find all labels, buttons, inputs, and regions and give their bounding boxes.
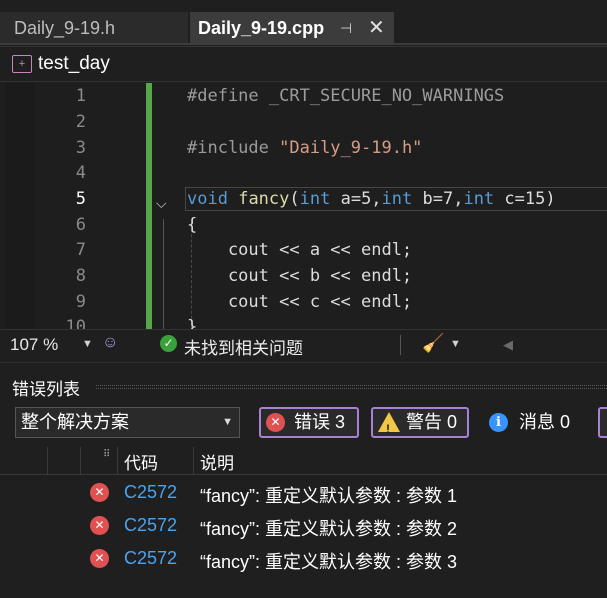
error-icon: ✕ — [90, 516, 109, 535]
table-row[interactable]: ✕ C2572 “fancy”: 重定义默认参数 : 参数 3 — [0, 543, 607, 576]
issues-status[interactable]: 未找到相关问题 — [184, 334, 303, 359]
intellicode-icon[interactable]: ☺ — [102, 334, 122, 354]
line-number: 8 — [75, 266, 86, 286]
column-separator — [47, 447, 48, 475]
close-icon[interactable]: ✕ — [368, 12, 385, 45]
tab-label: Daily_9-19.h — [14, 18, 116, 38]
error-list-header: ⠿ 代码 说明 — [0, 447, 607, 475]
param: c=15) — [494, 189, 556, 209]
code-line-8: cout << b << endl; — [187, 266, 413, 286]
error-list-panel: 错误列表 整个解决方案 ▼ ✕ 错误 3 ! 警告 0 i 消息 0 ⠿ 代码 … — [0, 362, 607, 598]
project-dropdown[interactable]: test_day — [38, 53, 110, 75]
zoom-dropdown-icon[interactable]: ▼ — [82, 338, 93, 350]
tab-underline — [0, 43, 607, 45]
code-editor[interactable]: 1 2 3 4 5 6 7 8 9 10 ⌵ #define _CRT_SECU… — [0, 83, 607, 329]
error-icon: ✕ — [90, 549, 109, 568]
column-separator — [193, 447, 194, 475]
line-number: 1 — [75, 86, 86, 106]
code-cleanup-brush-icon[interactable]: 🧹 — [422, 333, 444, 354]
code-line-7: cout << a << endl; — [187, 240, 413, 260]
line-number: 9 — [75, 292, 86, 312]
error-code-link[interactable]: C2572 — [124, 548, 177, 569]
build-filter-button[interactable] — [598, 407, 607, 438]
zoom-level[interactable]: 107 % — [10, 335, 58, 355]
code-line-10: } — [187, 317, 198, 329]
scope-dropdown[interactable]: 整个解决方案 ▼ — [15, 407, 240, 438]
editor-status-bar: 107 % ▼ ☺ ✓ 未找到相关问题 🧹 ▼ ◀ — [0, 329, 607, 359]
tab-daily-header[interactable]: Daily_9-19.h — [0, 12, 188, 45]
cleanup-dropdown-icon[interactable]: ▼ — [450, 338, 461, 350]
warnings-filter-button[interactable]: ! 警告 0 — [371, 407, 469, 438]
fold-guide — [163, 219, 164, 329]
line-number: 7 — [75, 240, 86, 260]
code-line-5: void fancy(int a=5,int b=7,int c=15) — [187, 189, 556, 209]
line-number: 4 — [75, 163, 86, 183]
column-separator — [80, 447, 81, 475]
scope-value: 整个解决方案 — [21, 412, 129, 432]
keyword: int — [299, 189, 331, 209]
divider — [400, 335, 401, 355]
collapse-chevron-icon[interactable]: ⌵ — [156, 195, 167, 212]
document-tab-bar: Daily_9-19.h Daily_9-19.cpp ⊣ ✕ — [0, 0, 607, 45]
line-number-current: 5 — [75, 189, 86, 209]
panel-title: 错误列表 — [12, 380, 80, 399]
scroll-left-icon[interactable]: ◀ — [503, 337, 513, 353]
error-description: “fancy”: 重定义默认参数 : 参数 1 — [200, 486, 458, 506]
param: a=5, — [330, 189, 382, 209]
errors-filter-label: 错误 3 — [294, 412, 346, 432]
error-code-link[interactable]: C2572 — [124, 482, 177, 503]
project-navigation-bar: + test_day — [0, 46, 607, 82]
error-icon: ✕ — [90, 483, 109, 502]
warnings-filter-label: 警告 0 — [406, 412, 458, 432]
project-icon: + — [12, 55, 32, 73]
preprocessor-directive: #include — [187, 138, 280, 158]
code-line-9: cout << c << endl; — [187, 292, 413, 312]
line-number: 3 — [75, 138, 86, 158]
warning-icon: ! — [378, 412, 400, 436]
column-header-description[interactable]: 说明 — [200, 449, 234, 474]
tab-label: Daily_9-19.cpp — [198, 18, 325, 38]
line-number: 6 — [75, 215, 86, 235]
code-line-1: #define _CRT_SECURE_NO_WARNINGS — [187, 86, 505, 106]
line-number: 10 — [65, 317, 86, 329]
function-name: fancy — [238, 189, 290, 209]
column-separator — [117, 447, 118, 475]
keyword: int — [463, 189, 495, 209]
errors-filter-button[interactable]: ✕ 错误 3 — [259, 407, 359, 438]
table-row[interactable]: ✕ C2572 “fancy”: 重定义默认参数 : 参数 1 — [0, 477, 607, 510]
sort-icon[interactable]: ⠿ — [103, 449, 110, 460]
error-icon: ✕ — [266, 413, 285, 432]
table-row[interactable]: ✕ C2572 “fancy”: 重定义默认参数 : 参数 2 — [0, 510, 607, 543]
keyword: int — [381, 189, 413, 209]
check-icon: ✓ — [160, 335, 177, 352]
include-string: "Daily_9-19.h" — [279, 138, 423, 158]
keyword: void — [187, 189, 228, 209]
code-line-3: #include "Daily_9-19.h" — [187, 138, 422, 158]
line-number: 2 — [75, 112, 86, 132]
error-description: “fancy”: 重定义默认参数 : 参数 2 — [200, 519, 458, 539]
error-description: “fancy”: 重定义默认参数 : 参数 3 — [200, 552, 458, 572]
pin-icon[interactable]: ⊣ — [340, 12, 352, 45]
tab-daily-cpp[interactable]: Daily_9-19.cpp ⊣ ✕ — [190, 12, 394, 45]
error-code-link[interactable]: C2572 — [124, 515, 177, 536]
code-line-6: { — [187, 215, 198, 235]
column-header-code[interactable]: 代码 — [124, 449, 158, 474]
messages-filter-label: 消息 0 — [519, 412, 571, 432]
editor-margin — [5, 83, 35, 329]
info-icon: i — [489, 413, 508, 432]
paren: ( — [289, 189, 300, 209]
chevron-down-icon: ▼ — [222, 416, 233, 428]
panel-grip[interactable] — [96, 385, 607, 389]
change-tracking-bar — [146, 83, 152, 329]
param: b=7, — [412, 189, 464, 209]
